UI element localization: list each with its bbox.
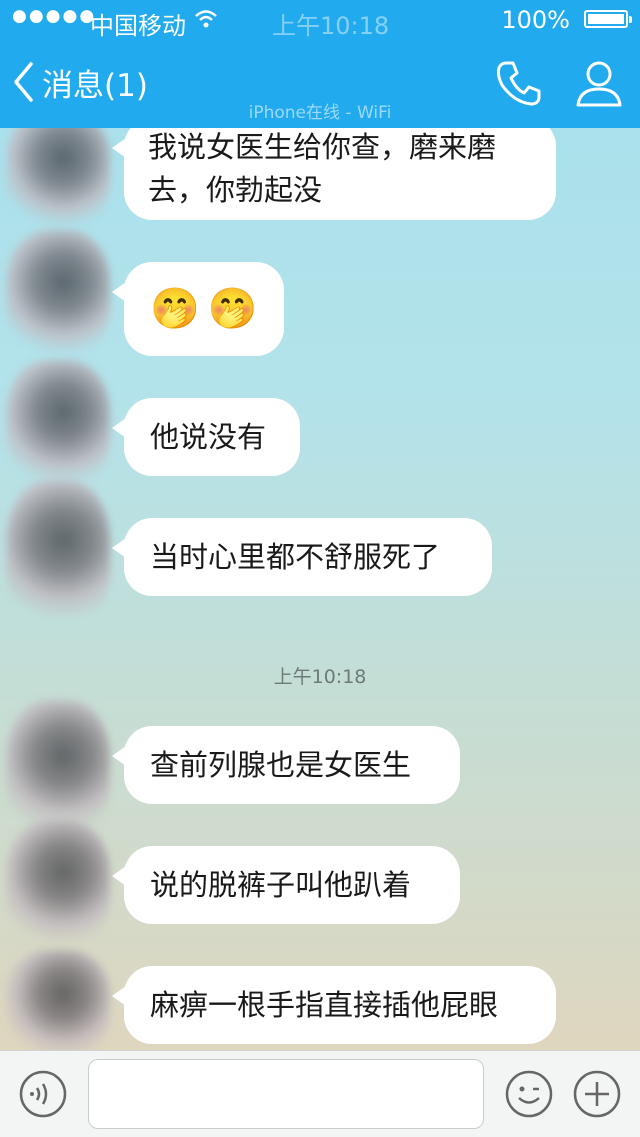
message-timestamp: 上午10:18: [273, 666, 367, 688]
message-bubble[interactable]: 🤭 🤭: [112, 262, 284, 356]
person-icon: [576, 61, 622, 107]
profile-button[interactable]: [574, 58, 624, 112]
message-bubble[interactable]: 查前列腺也是女医生: [112, 726, 460, 804]
header-bar: ●●●●● 中国移动 上午10:18 100% 消息(1) iPhone在线 -…: [0, 0, 640, 128]
message-bubble[interactable]: 当时心里都不舒服死了: [112, 518, 492, 596]
status-time: 上午10:18: [272, 12, 390, 40]
message-text: 说的脱裤子叫他趴着: [150, 867, 412, 902]
status-bar: ●●●●● 中国移动 上午10:18 100%: [0, 0, 640, 40]
more-button[interactable]: [572, 1069, 622, 1123]
chat-area: 我说女医生给你查，磨来磨 去，你勃起没 🤭 🤭 他说没有 当时心里都不舒服死了 …: [0, 0, 640, 1060]
message-text: 他说没有: [150, 419, 267, 454]
call-button[interactable]: [494, 58, 544, 112]
back-chevron-icon: [14, 62, 33, 102]
avatar: [6, 360, 110, 490]
message-bubble[interactable]: 我说女医生给你查，磨来磨 去，你勃起没: [112, 118, 556, 220]
emoji-button[interactable]: [504, 1069, 554, 1123]
avatar: [6, 700, 110, 840]
input-bar: [0, 1050, 640, 1137]
avatar: [6, 950, 110, 1060]
battery-icon: [584, 10, 632, 28]
voice-button[interactable]: [18, 1069, 68, 1123]
message-text: 查前列腺也是女医生: [150, 747, 412, 782]
avatar: [6, 480, 110, 630]
emoji-face-icon: 🤭: [207, 285, 258, 332]
battery-percent: 100%: [501, 6, 570, 34]
message-text: 去，你勃起没: [148, 173, 323, 207]
nav-bar: 消息(1) iPhone在线 - WiFi: [0, 40, 640, 128]
emoji-face-icon: 🤭: [150, 285, 200, 332]
message-text: 当时心里都不舒服死了: [150, 539, 441, 574]
voice-icon: [19, 1070, 67, 1118]
plus-icon: [573, 1070, 621, 1118]
message-text: 麻痹一根手指直接插他屁眼: [150, 987, 499, 1022]
carrier-name: 中国移动: [90, 12, 186, 40]
message-input[interactable]: [88, 1059, 484, 1129]
avatar: [6, 230, 110, 360]
contact-status: iPhone在线 - WiFi: [248, 103, 392, 123]
emoji-face-icon: [505, 1070, 553, 1118]
message-text: 我说女医生给你查，磨来磨: [148, 130, 497, 164]
wifi-icon: [194, 7, 218, 35]
avatar: [6, 110, 110, 230]
message-bubble[interactable]: 说的脱裤子叫他趴着: [112, 846, 460, 924]
message-bubble[interactable]: 他说没有: [112, 398, 300, 476]
avatar: [6, 820, 110, 950]
signal-strength: ●●●●●: [12, 6, 97, 26]
message-bubble[interactable]: 麻痹一根手指直接插他屁眼: [112, 966, 556, 1044]
phone-icon: [496, 61, 541, 106]
